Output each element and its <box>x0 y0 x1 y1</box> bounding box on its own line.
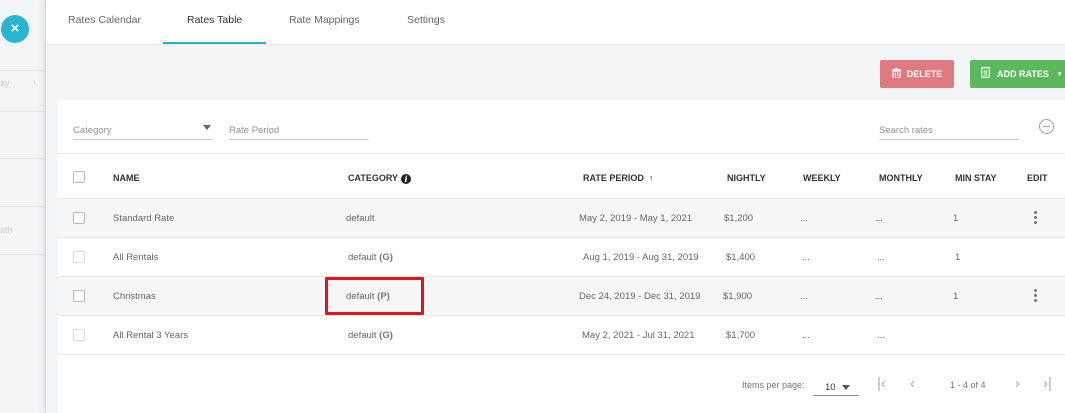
annotation-highlight-box <box>325 277 424 315</box>
rates-table-card: Category Rate Period Search rates NAME C… <box>58 100 1065 413</box>
add-rates-label: ADD RATES <box>997 69 1049 79</box>
more-vert-icon[interactable] <box>1034 211 1038 226</box>
header-weekly[interactable]: WEEKLY <box>803 173 841 183</box>
rate-nightly: $1,400 <box>726 252 756 263</box>
sidebar-divider <box>0 158 45 159</box>
category-tag: (G) <box>379 252 393 263</box>
header-rate-period[interactable]: RATE PERIOD ↑ <box>583 173 653 183</box>
last-page-icon[interactable]: ›| <box>1043 375 1052 392</box>
rate-monthly: ... <box>875 213 883 224</box>
rate-category-label: default <box>348 330 377 341</box>
tab-rate-mappings[interactable]: Rate Mappings <box>289 14 360 26</box>
items-per-page-value: 10 <box>825 382 836 393</box>
minus-circle-icon[interactable] <box>1039 119 1054 134</box>
rate-period: May 2, 2021 - Jul 31, 2021 <box>582 330 695 341</box>
rate-category: default <box>346 213 375 224</box>
dropdown-arrow-icon <box>203 125 211 130</box>
first-page-icon[interactable]: |‹ <box>877 375 886 392</box>
rate-category-label: default <box>348 252 377 263</box>
tab-settings[interactable]: Settings <box>407 14 445 26</box>
rate-period: May 2, 2019 - May 1, 2021 <box>579 213 693 224</box>
row-checkbox <box>73 329 85 341</box>
chevron-right-icon: › <box>33 77 36 87</box>
table-header: NAME CATEGORY i RATE PERIOD ↑ NIGHTLY WEEK… <box>58 153 1065 199</box>
search-placeholder: Search rates <box>879 125 933 136</box>
rate-monthly: ... <box>877 252 885 263</box>
table-row[interactable]: Christmas default (P) Dec 24, 2019 - Dec… <box>58 277 1065 316</box>
delete-button[interactable]: DELETE <box>880 60 954 88</box>
rate-weekly: ... <box>800 291 808 302</box>
items-per-page-select[interactable]: 10 <box>813 378 859 396</box>
add-rates-button[interactable]: ADD RATES ▾ <box>970 60 1065 88</box>
rate-nightly: $1,200 <box>724 213 754 224</box>
rate-monthly: ... <box>877 330 885 341</box>
next-page-icon[interactable]: › <box>1015 375 1020 392</box>
rate-min-stay: 1 <box>955 252 961 263</box>
rate-weekly: ... <box>802 252 810 263</box>
rate-nightly: $1,700 <box>726 330 756 341</box>
header-nightly[interactable]: NIGHTLY <box>727 173 766 183</box>
select-all-checkbox[interactable] <box>73 171 85 183</box>
header-min-stay[interactable]: MIN STAY <box>955 173 997 183</box>
category-tag: (G) <box>379 330 393 341</box>
rate-period: Aug 1, 2019 - Aug 31, 2019 <box>583 252 699 263</box>
delete-label: DELETE <box>906 69 943 79</box>
trash-icon <box>891 67 901 81</box>
header-edit: EDIT <box>1027 173 1048 183</box>
rate-weekly: ... <box>800 213 808 224</box>
sidebar-text-fragment: ay <box>0 78 10 88</box>
rate-min-stay: 1 <box>953 213 959 224</box>
header-category-label: CATEGORY <box>348 173 399 183</box>
sidebar-text-fragment: ath <box>0 225 13 235</box>
search-input[interactable]: Search rates <box>879 120 1019 140</box>
document-icon <box>981 67 991 81</box>
header-name[interactable]: NAME <box>113 173 140 183</box>
category-filter[interactable]: Category <box>73 120 213 140</box>
rate-period: Dec 24, 2019 - Dec 31, 2019 <box>579 291 701 302</box>
rate-min-stay: 1 <box>953 291 959 302</box>
table-row[interactable]: All Rental 3 Years default (G) May 2, 20… <box>58 316 1065 355</box>
rate-name: All Rental 3 Years <box>113 330 188 341</box>
rate-weekly: ... <box>802 330 810 341</box>
close-icon[interactable]: × <box>1 15 29 43</box>
sidebar-row: ay › <box>0 70 45 94</box>
rate-name: All Rentals <box>113 252 159 263</box>
sidebar-divider <box>0 254 45 255</box>
category-filter-placeholder: Category <box>73 125 112 136</box>
table-row[interactable]: Standard Rate default May 2, 2019 - May … <box>58 199 1065 238</box>
rate-name: Christmas <box>113 291 156 302</box>
dropdown-arrow-icon <box>842 385 850 390</box>
active-tab-indicator <box>163 42 266 44</box>
rate-period-placeholder: Rate Period <box>229 125 280 136</box>
background-sidebar: ay › ath <box>0 0 46 413</box>
tab-bar: Rates Calendar Rates Table Rate Mappings… <box>46 0 1065 45</box>
sidebar-divider: ath <box>0 206 45 235</box>
rate-period-filter[interactable]: Rate Period <box>229 120 369 140</box>
rate-monthly: ... <box>875 291 883 302</box>
sort-arrow-up-icon[interactable]: ↑ <box>649 173 654 183</box>
rate-name: Standard Rate <box>113 213 175 224</box>
header-category[interactable]: CATEGORY i <box>348 173 412 184</box>
rate-category: default (G) <box>348 330 393 341</box>
header-monthly[interactable]: MONTHLY <box>879 173 923 183</box>
rate-nightly: $1,900 <box>723 291 753 302</box>
table-row[interactable]: All Rentals default (G) Aug 1, 2019 - Au… <box>58 238 1065 277</box>
prev-page-icon[interactable]: ‹ <box>910 375 915 392</box>
tab-rates-table[interactable]: Rates Table <box>187 14 242 26</box>
row-checkbox[interactable] <box>73 290 85 302</box>
items-per-page-label: Items per page: <box>742 380 805 390</box>
tab-rates-calendar[interactable]: Rates Calendar <box>68 14 141 26</box>
sidebar-divider <box>0 111 45 112</box>
page-range: 1 - 4 of 4 <box>950 380 986 390</box>
header-rate-period-label: RATE PERIOD <box>583 173 644 183</box>
rate-category: default (G) <box>348 252 393 263</box>
more-vert-icon[interactable] <box>1034 289 1038 304</box>
row-checkbox[interactable] <box>73 212 85 224</box>
caret-down-icon[interactable]: ▾ <box>1058 70 1062 78</box>
rates-panel: Rates Calendar Rates Table Rate Mappings… <box>46 0 1065 413</box>
info-icon[interactable]: i <box>401 174 412 184</box>
row-checkbox <box>73 251 85 263</box>
